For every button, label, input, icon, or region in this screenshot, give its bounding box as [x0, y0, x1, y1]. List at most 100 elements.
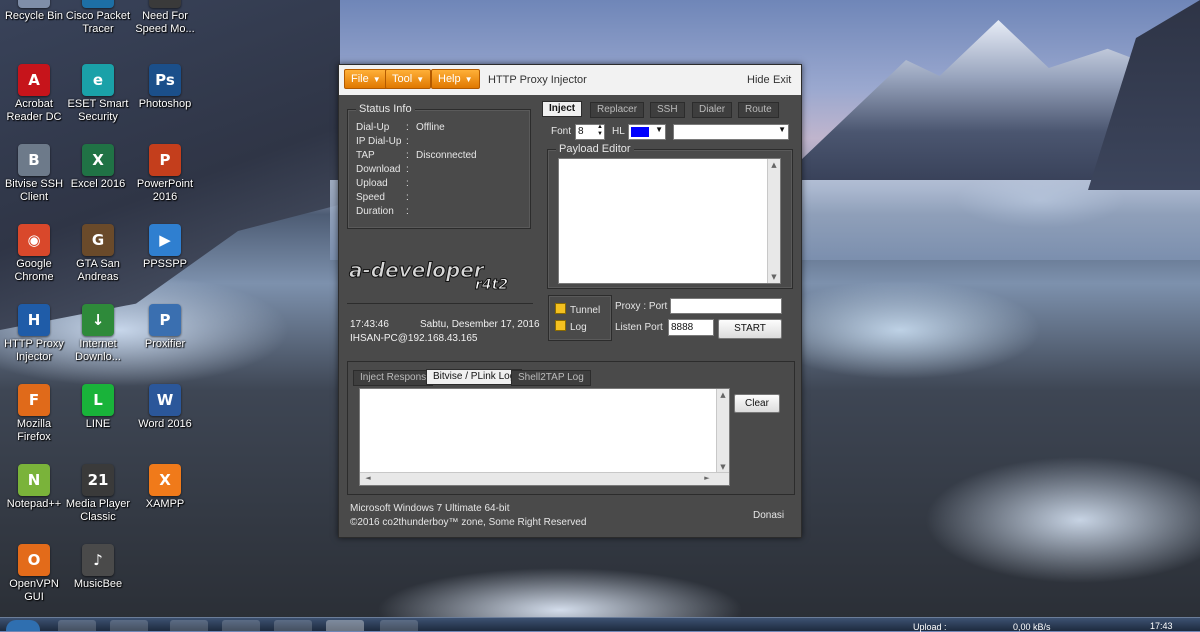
font-size-stepper[interactable]: 8 ▲ ▼ — [575, 124, 605, 140]
status-row: Upload: — [356, 178, 416, 189]
hide-button[interactable]: Hide — [747, 74, 770, 86]
scroll-right-icon[interactable]: ► — [701, 474, 713, 482]
desktop-icon-label: OpenVPN GUI — [9, 578, 59, 603]
taskbar-media[interactable] — [170, 620, 208, 631]
http-proxy-injector-window: File ▼ Tool ▼ Help ▼ HTTP Proxy Injector Hi… — [338, 64, 802, 538]
desktop-icon-label: Photoshop — [138, 98, 192, 110]
status-colon: : — [406, 192, 409, 203]
log-panel: Inject Respons Bitvise / PLink Log Shell… — [347, 361, 795, 495]
desktop-icon[interactable]: N Notepad++ — [0, 464, 70, 511]
scroll-down-icon[interactable]: ▼ — [768, 273, 780, 281]
desktop-icon[interactable]: 🗑 Recycle Bin — [0, 0, 70, 23]
desktop-icon[interactable]: ▶ PPSSPP — [129, 224, 201, 271]
app-icon: W — [149, 384, 181, 416]
tunnel-checkbox[interactable]: Tunnel — [555, 303, 600, 316]
desktop-icon[interactable]: L LINE — [62, 384, 134, 431]
desktop-icon[interactable]: C Cisco Packet Tracer — [62, 0, 134, 36]
app-icon: P — [149, 144, 181, 176]
desktop-icon-label: ESET Smart Security — [67, 98, 129, 123]
desktop-icon[interactable]: A Acrobat Reader DC — [0, 64, 70, 124]
clear-button[interactable]: Clear — [734, 394, 780, 413]
taskbar-chrome[interactable] — [222, 620, 260, 631]
app-icon: H — [18, 304, 50, 336]
file-menu-label: File — [351, 73, 369, 85]
log-scrollbar-vertical[interactable]: ▲ ▼ — [716, 389, 729, 473]
desktop-icon[interactable]: ♪ MusicBee — [62, 544, 134, 591]
desktop-icon[interactable]: O OpenVPN GUI — [0, 544, 70, 604]
status-colon: : — [406, 122, 409, 133]
status-key: Download — [356, 164, 401, 175]
file-menu[interactable]: File ▼ — [344, 69, 388, 89]
donate-link[interactable]: Donasi — [753, 510, 784, 521]
log-checkbox[interactable]: Log — [555, 320, 587, 333]
log-checkbox-box[interactable] — [555, 320, 566, 331]
proxy-port-input[interactable] — [670, 298, 782, 314]
taskbar-proxy-injector[interactable] — [326, 620, 364, 631]
scroll-up-icon[interactable]: ▲ — [768, 161, 780, 169]
copyright: ©2016 co2thunderboy™ zone, Some Right Re… — [350, 517, 587, 528]
app-icon: P — [149, 304, 181, 336]
log-textarea[interactable]: ▲ ▼ ◄ ► — [359, 388, 730, 486]
font-size-value: 8 — [578, 126, 584, 137]
app-icon: L — [82, 384, 114, 416]
tab-ssh[interactable]: SSH — [650, 102, 685, 118]
desktop-icon[interactable]: X Excel 2016 — [62, 144, 134, 191]
desktop-icon[interactable]: 21 Media Player Classic — [62, 464, 134, 524]
payload-editor-title: Payload Editor — [556, 143, 634, 155]
scroll-up-icon[interactable]: ▲ — [717, 391, 729, 399]
desktop-icon[interactable]: G GTA San Andreas — [62, 224, 134, 284]
tab-shell2tap-log[interactable]: Shell2TAP Log — [511, 370, 591, 386]
tab-inject[interactable]: Inject — [542, 101, 583, 117]
desktop-icon[interactable]: P PowerPoint 2016 — [129, 144, 201, 204]
stepper-arrows-icon[interactable]: ▲ ▼ — [597, 124, 603, 138]
taskbar-explorer[interactable] — [110, 620, 148, 631]
logo-sub: r4t2 — [475, 277, 508, 291]
title-bar[interactable]: File ▼ Tool ▼ Help ▼ HTTP Proxy Injector Hi… — [339, 65, 801, 95]
payload-editor-textarea[interactable]: ▲ ▼ — [558, 158, 781, 284]
desktop-icon[interactable]: F Mozilla Firefox — [0, 384, 70, 444]
desktop-icon[interactable]: W Word 2016 — [129, 384, 201, 431]
desktop-icon[interactable]: X XAMPP — [129, 464, 201, 511]
listen-port-label: Listen Port — [615, 322, 663, 333]
log-scrollbar-horizontal[interactable]: ◄ ► — [360, 472, 729, 485]
exit-button[interactable]: Exit — [773, 74, 791, 86]
taskbar-firefox[interactable] — [274, 620, 312, 631]
start-orb[interactable] — [6, 620, 40, 631]
desktop-icon[interactable]: P Proxifier — [129, 304, 201, 351]
tab-replacer[interactable]: Replacer — [590, 102, 645, 118]
tab-route[interactable]: Route — [738, 102, 779, 118]
tool-menu[interactable]: Tool ▼ — [385, 69, 432, 89]
desktop-icon[interactable]: ◉ Google Chrome — [0, 224, 70, 284]
app-icon: N — [18, 464, 50, 496]
font-dropdown[interactable]: ▼ — [673, 124, 789, 140]
tab-dialer[interactable]: Dialer — [692, 102, 733, 118]
status-key: IP Dial-Up — [356, 136, 402, 147]
taskbar-window[interactable] — [380, 620, 418, 631]
status-key: Upload — [356, 178, 388, 189]
desktop-icon[interactable]: B Bitvise SSH Client — [0, 144, 70, 204]
status-value: Offline — [416, 122, 445, 133]
desktop-icon-label: PPSSPP — [142, 258, 188, 270]
desktop-icon[interactable]: Ps Photoshop — [129, 64, 201, 111]
hl-color-swatch — [631, 127, 649, 137]
taskbar-ie[interactable] — [58, 620, 96, 631]
help-menu-label: Help — [438, 73, 461, 85]
tab-inject-respons[interactable]: Inject Respons — [353, 370, 434, 386]
listen-port-input[interactable]: 8888 — [668, 319, 714, 336]
desktop-icon-label: Excel 2016 — [70, 178, 126, 190]
status-colon: : — [406, 136, 409, 147]
listen-port-value: 8888 — [671, 322, 694, 333]
hl-color-picker[interactable]: ▼ — [628, 124, 666, 140]
tab-bitvise-plink-log[interactable]: Bitvise / PLink Log — [426, 369, 523, 385]
desktop-icon[interactable]: H HTTP Proxy Injector — [0, 304, 70, 364]
desktop-icon[interactable]: W Need For Speed Mo... — [129, 0, 201, 36]
scroll-left-icon[interactable]: ◄ — [362, 474, 374, 482]
desktop-icon[interactable]: e ESET Smart Security — [62, 64, 134, 124]
help-menu[interactable]: Help ▼ — [431, 69, 480, 89]
payload-scrollbar[interactable]: ▲ ▼ — [767, 159, 780, 283]
scroll-down-icon[interactable]: ▼ — [717, 463, 729, 471]
desktop-icon[interactable]: ↓ Internet Downlo... — [62, 304, 134, 364]
tunnel-checkbox-box[interactable] — [555, 303, 566, 314]
start-button[interactable]: START — [718, 319, 782, 339]
status-key: Speed — [356, 192, 385, 203]
